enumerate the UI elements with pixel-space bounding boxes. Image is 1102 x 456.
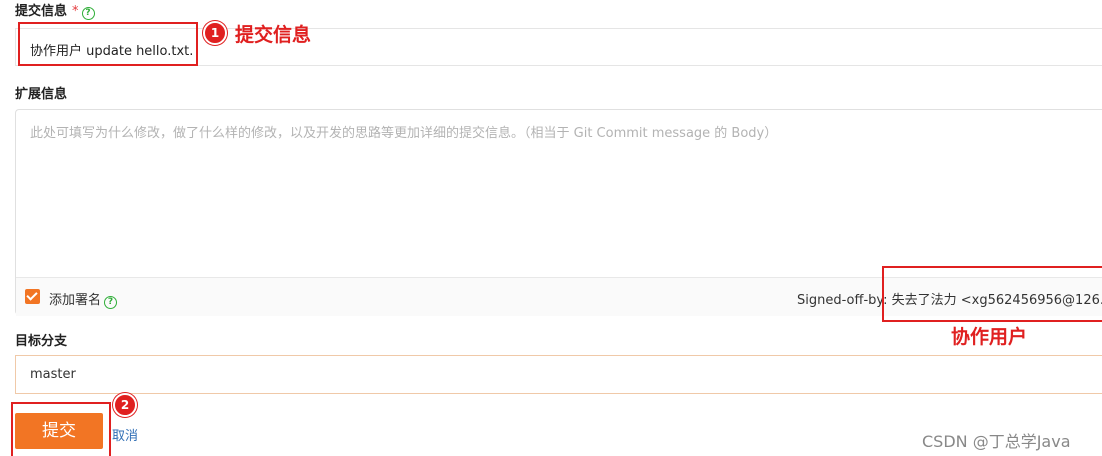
signoff-checkbox[interactable] — [25, 289, 40, 304]
target-branch-input[interactable]: master — [15, 355, 1102, 394]
target-branch-label: 目标分支 — [15, 334, 68, 349]
annotation-badge-1: 1 — [203, 21, 227, 45]
cancel-link[interactable]: 取消 — [112, 425, 138, 444]
watermark: CSDN @丁总学Java — [922, 432, 1071, 451]
signoff-label-text: 添加署名 — [49, 293, 102, 308]
annotation-text-commit: 提交信息 — [235, 24, 312, 46]
question-help-icon[interactable]: ? — [104, 296, 118, 309]
signoff-label: 添加署名? — [49, 289, 118, 309]
annotation-box-signoff — [882, 266, 1102, 322]
extended-message-label: 扩展信息 — [15, 87, 68, 102]
question-help-icon[interactable]: ? — [81, 7, 95, 20]
commit-message-label-text: 提交信息 — [15, 4, 68, 19]
extended-message-placeholder: 此处可填写为什么修改，做了什么样的修改，以及开发的思路等更加详细的提交信息。（相… — [30, 126, 778, 141]
annotation-box-submit — [11, 402, 111, 456]
required-mark: * — [72, 4, 79, 19]
annotation-box-commit — [18, 22, 198, 66]
annotation-badge-2: 2 — [113, 393, 137, 417]
target-branch-value: master — [30, 367, 76, 382]
commit-message-label: 提交信息 *? — [15, 4, 95, 20]
commit-form-page: 提交信息 *? 协作用户 update hello.txt. 扩展信息 此处可填写… — [0, 0, 1102, 456]
annotation-text-signoff: 协作用户 — [951, 326, 1028, 348]
